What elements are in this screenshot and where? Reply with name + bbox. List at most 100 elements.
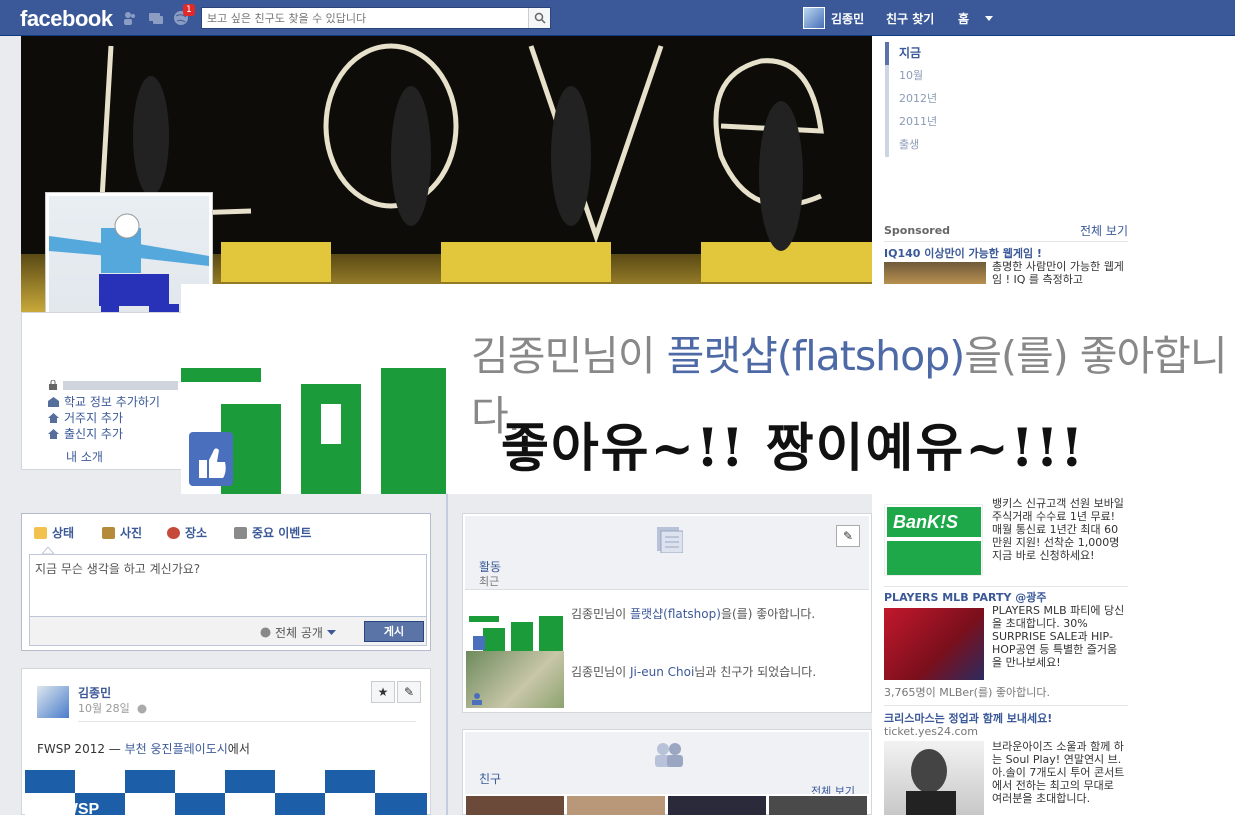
overlay-page-link[interactable]: 플랫샵(flatshop) [667,332,966,380]
post-text-suffix: 에서 [227,742,250,756]
timeline-nav-now[interactable]: 지금 [885,42,945,65]
pencil-icon: ✎ [842,529,854,543]
composer-tab-caret [42,547,54,554]
friend-thumb[interactable] [769,796,867,815]
ad-body-christmas: 브라운아이즈 소울과 함께 하는 Soul Play! 연말연시 브.아.솔이 … [992,740,1125,805]
home-link[interactable]: 홈 [958,10,969,27]
post-button[interactable]: 게시 [364,621,424,642]
timeline-post: 김종민 10월 28일 ★ ✎ FWSP 2012 — 부천 웅진플레이도시에서… [21,668,431,815]
feature-star-button[interactable]: ★ [371,681,395,703]
globe-icon [260,627,271,638]
timeline-spine [446,494,448,815]
about-privacy-row [48,380,178,390]
tab-place-label: 장소 [185,526,208,540]
friends-header: 친구 전체 보기 [465,732,869,794]
ad-title-mlb[interactable]: PLAYERS MLB PARTY @광주 [884,589,1046,605]
friend-thumb[interactable] [567,796,665,815]
overlay-like-prefix: 김종민님이 [471,332,667,380]
ad-divider [884,586,1128,587]
activity-row-like-suffix: 을(를) 좋아합니다. [720,607,816,621]
tab-status-label: 상태 [52,526,75,540]
ad-image-christmas[interactable] [884,741,984,815]
flatshop-thumb-logo [469,616,563,652]
post-author-name[interactable]: 김종민 [78,684,111,701]
status-icon [34,526,47,539]
profile-link[interactable]: 김종민 [831,10,864,27]
friend-thumb[interactable] [466,796,564,815]
user-avatar[interactable] [803,7,825,29]
add-hometown-link[interactable]: 출신지 추가 [48,425,123,442]
status-textarea[interactable]: 지금 무슨 생각을 하고 계신가요? [29,554,427,616]
post-place-link[interactable]: 부천 웅진플레이도시 [125,742,228,756]
tab-place[interactable]: 장소 [167,524,207,541]
bankis-figures [887,541,981,575]
messages-icon[interactable] [148,10,164,26]
search-input[interactable] [202,8,528,28]
flatshop-thumb[interactable] [469,616,563,652]
activity-page-link[interactable]: 플랫샵(flatshop) [630,607,721,621]
chevron-down-icon [326,630,336,635]
activity-row-friend-suffix: 님과 친구가 되었습니다. [694,665,817,679]
activity-row-friend: 김종민님이 Ji-eun Choi님과 친구가 되었습니다. [571,663,816,680]
account-menu-chevron-down-icon[interactable] [985,16,993,21]
activity-row-like-prefix: 김종민님이 [571,607,631,621]
ad-image-iq140[interactable] [884,262,986,284]
friends-see-all-link[interactable]: 전체 보기 [811,783,855,794]
notification-badge: 1 [183,4,195,16]
like-thumb-icon [189,432,233,486]
tab-photo[interactable]: 사진 [102,524,142,541]
place-pin-icon [167,526,180,539]
add-hometown-label: 출신지 추가 [64,427,124,441]
friends-title[interactable]: 친구 [479,770,501,787]
friend-name-link[interactable]: Ji-eun Choi [630,665,694,679]
privacy-selector[interactable]: 전체 공개 [260,624,336,641]
edit-post-button[interactable]: ✎ [397,681,421,703]
timeline-nav-born[interactable]: 출생 [885,134,945,157]
friend-requests-icon[interactable] [122,10,138,26]
add-residence-link[interactable]: 거주지 추가 [48,409,123,426]
post-photo[interactable]: FWSP [25,770,427,815]
search-button[interactable] [528,8,550,28]
tab-life-event[interactable]: 중요 이벤트 [234,524,311,541]
activity-row-friend-prefix: 김종민님이 [571,665,631,679]
post-banner-text: FWSP [53,801,100,815]
facebook-logo[interactable]: facebook [20,6,113,32]
ad-body-bankis: 뱅키스 신규고객 선원 보바일 주식거래 수수료 1년 무료! 매월 통신료 1… [992,497,1124,562]
lock-icon [49,380,57,390]
about-intro-link[interactable]: 내 소개 [66,448,103,465]
find-friends-link[interactable]: 친구 찾기 [886,10,934,27]
star-icon: ★ [377,685,389,699]
timeline-nav: 지금 10월 2012년 2011년 출생 [885,42,945,157]
ad-title-iq140[interactable]: IQ140 이상만이 가능한 웹게임 ! [884,245,1042,261]
add-school-link[interactable]: 학교 정보 추가하기 [48,393,160,410]
timeline-nav-october[interactable]: 10월 [885,65,945,88]
top-bar: facebook 1 김종민 친구 찾기 홈 [0,0,1235,36]
see-all-ads-link[interactable]: 전체 보기 [1080,222,1128,239]
timeline-nav-2011[interactable]: 2011년 [885,111,945,134]
tab-photo-label: 사진 [120,526,143,540]
life-event-icon [234,526,247,539]
search-icon [534,12,546,24]
friend-photo-thumb[interactable] [466,651,564,708]
search-box [201,7,551,29]
activity-log-icon [657,527,683,553]
hometown-icon [48,428,59,439]
friend-thumb[interactable] [668,796,766,815]
friends-icon [655,743,683,767]
tab-status[interactable]: 상태 [34,524,74,541]
edit-activity-button[interactable]: ✎ [836,525,860,547]
sponsor-wall-graphic: FWSP [25,770,427,815]
timeline-nav-2012[interactable]: 2012년 [885,88,945,111]
overlay-caption: 좋아유~!! 짱이예유~!!! [501,418,1086,479]
post-date-text: 10월 28일 [78,702,130,715]
ad-image-bankis[interactable]: BanK!S [884,504,983,576]
ad-title-christmas[interactable]: 크리스마스는 정업과 함께 보내세요! [884,710,1052,726]
post-author-avatar[interactable] [37,686,69,718]
activity-header: ✎ 활동 최근 [465,516,869,590]
ad-image-mlb[interactable] [884,608,984,680]
pencil-icon: ✎ [403,685,415,699]
activity-subtitle: 최근 [479,575,500,588]
post-date[interactable]: 10월 28일 [78,700,147,716]
ad-likes-mlb[interactable]: 3,765명이 MLBer(를) 좋아합니다. [884,686,1050,699]
post-divider [78,721,416,722]
